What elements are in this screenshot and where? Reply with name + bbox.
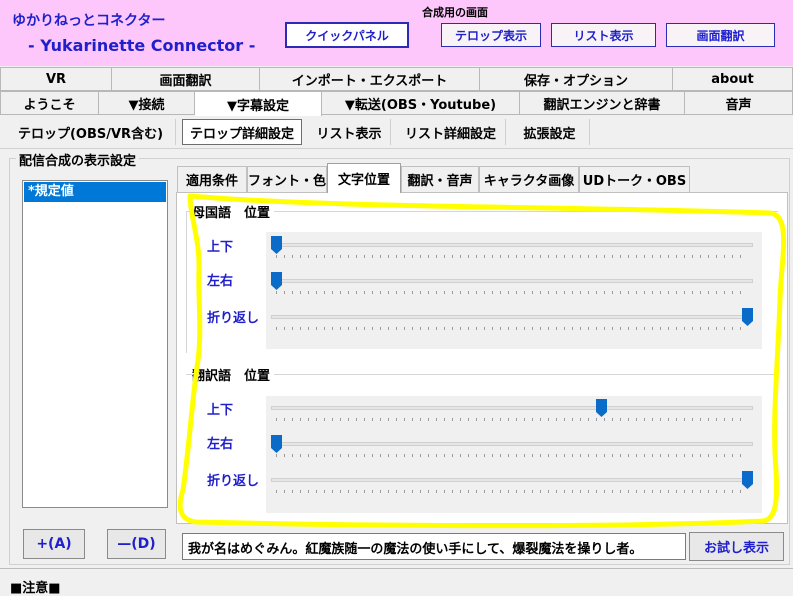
translated-wrap-slider[interactable] (271, 478, 753, 482)
translated-wrap-ticks (276, 490, 748, 493)
tab-translation-engine[interactable]: 翻訳エンジンと辞書 (520, 91, 685, 115)
delivery-group-label: 配信合成の表示設定 (16, 150, 140, 169)
native-horizontal-slider-thumb[interactable] (271, 272, 282, 290)
native-vertical-slider-thumb[interactable] (271, 236, 282, 254)
native-vertical-ticks (276, 255, 748, 258)
translated-position-title: 翻訳語 位置 (192, 365, 275, 384)
tab-subtitle-settings[interactable]: ▼字幕設定 (195, 91, 322, 118)
tab-vr[interactable]: VR (0, 67, 112, 91)
translated-horizontal-slider-thumb[interactable] (271, 435, 282, 453)
app-title: ゆかりねっとコネクター (12, 13, 166, 29)
tab-save-options[interactable]: 保存・オプション (480, 67, 673, 91)
tab-text-position[interactable]: 文字位置 (327, 163, 401, 193)
telop-display-button[interactable]: テロップ表示 (441, 23, 541, 47)
main-tabs-row1: VR 画面翻訳 インポート・エクスポート 保存・オプション about (0, 67, 793, 91)
tab-translation-voice[interactable]: 翻訳・音声 (401, 166, 479, 192)
quick-panel-button[interactable]: クイックパネル (285, 22, 409, 48)
tab-about[interactable]: about (673, 67, 793, 91)
subtab-telop-detail[interactable]: テロップ詳細設定 (182, 119, 302, 145)
notice-label: ■注意■ (10, 581, 61, 596)
native-vertical-label: 上下 (207, 240, 234, 255)
translated-wrap-slider-thumb[interactable] (742, 471, 753, 489)
tab-character-image[interactable]: キャラクタ画像 (479, 166, 579, 192)
native-wrap-slider-thumb[interactable] (742, 308, 753, 326)
native-wrap-ticks (276, 327, 748, 330)
translated-vertical-slider-thumb[interactable] (595, 399, 607, 417)
translated-vertical-slider[interactable] (271, 406, 753, 410)
trial-display-button[interactable]: お試し表示 (689, 532, 784, 561)
tab-welcome[interactable]: ようこそ (0, 91, 99, 115)
tab-screen-translate[interactable]: 画面翻訳 (112, 67, 260, 91)
add-button[interactable]: +(A) (23, 529, 85, 559)
native-vertical-slider[interactable] (271, 243, 753, 247)
native-horizontal-slider[interactable] (271, 279, 753, 283)
tab-udtalk-obs[interactable]: UDトーク・OBS (579, 166, 690, 192)
translated-horizontal-ticks (276, 454, 748, 457)
translated-vertical-ticks (276, 418, 748, 421)
tab-audio[interactable]: 音声 (685, 91, 793, 115)
native-wrap-label: 折り返し (207, 311, 260, 326)
subtab-extension[interactable]: 拡張設定 (510, 119, 590, 145)
main-tabs-row2: ようこそ ▼接続 ▼字幕設定 ▼転送(OBS・Youtube) 翻訳エンジンと辞… (0, 91, 793, 118)
tab-transfer[interactable]: ▼転送(OBS・Youtube) (322, 91, 520, 115)
tab-font-color[interactable]: フォント・色 (247, 166, 327, 192)
app-subtitle: - Yukarinette Connector - (28, 36, 256, 55)
translated-vertical-label: 上下 (207, 403, 234, 418)
subtab-list-display[interactable]: リスト表示 (308, 119, 391, 145)
subtab-telop[interactable]: テロップ(OBS/VR含む) (6, 119, 176, 145)
translated-horizontal-label: 左右 (207, 437, 234, 452)
native-position-title: 母国語 位置 (192, 202, 275, 221)
trial-text-input[interactable]: 我が名はめぐみん。紅魔族随一の魔法の使い手にして、爆裂魔法を操りし者。 (182, 533, 686, 560)
tab-apply-conditions[interactable]: 適用条件 (177, 166, 247, 192)
translated-section-line (186, 374, 778, 375)
composite-screen-label: 合成用の画面 (422, 6, 488, 19)
preset-list[interactable]: *規定値 (22, 180, 168, 508)
native-wrap-slider[interactable] (271, 315, 753, 319)
native-horizontal-label: 左右 (207, 274, 234, 289)
tab-connection[interactable]: ▼接続 (99, 91, 195, 115)
list-item[interactable]: *規定値 (24, 182, 166, 202)
translated-wrap-label: 折り返し (207, 474, 260, 489)
list-display-button[interactable]: リスト表示 (551, 23, 656, 47)
notice-strip (0, 568, 793, 591)
screen-translate-button[interactable]: 画面翻訳 (666, 23, 775, 47)
subtab-list-detail[interactable]: リスト詳細設定 (396, 119, 506, 145)
tab-import-export[interactable]: インポート・エクスポート (260, 67, 480, 91)
translated-horizontal-slider[interactable] (271, 442, 753, 446)
native-horizontal-ticks (276, 291, 748, 294)
native-section-border (186, 211, 187, 353)
delete-button[interactable]: —(D) (107, 529, 166, 559)
native-section-line (186, 211, 778, 212)
